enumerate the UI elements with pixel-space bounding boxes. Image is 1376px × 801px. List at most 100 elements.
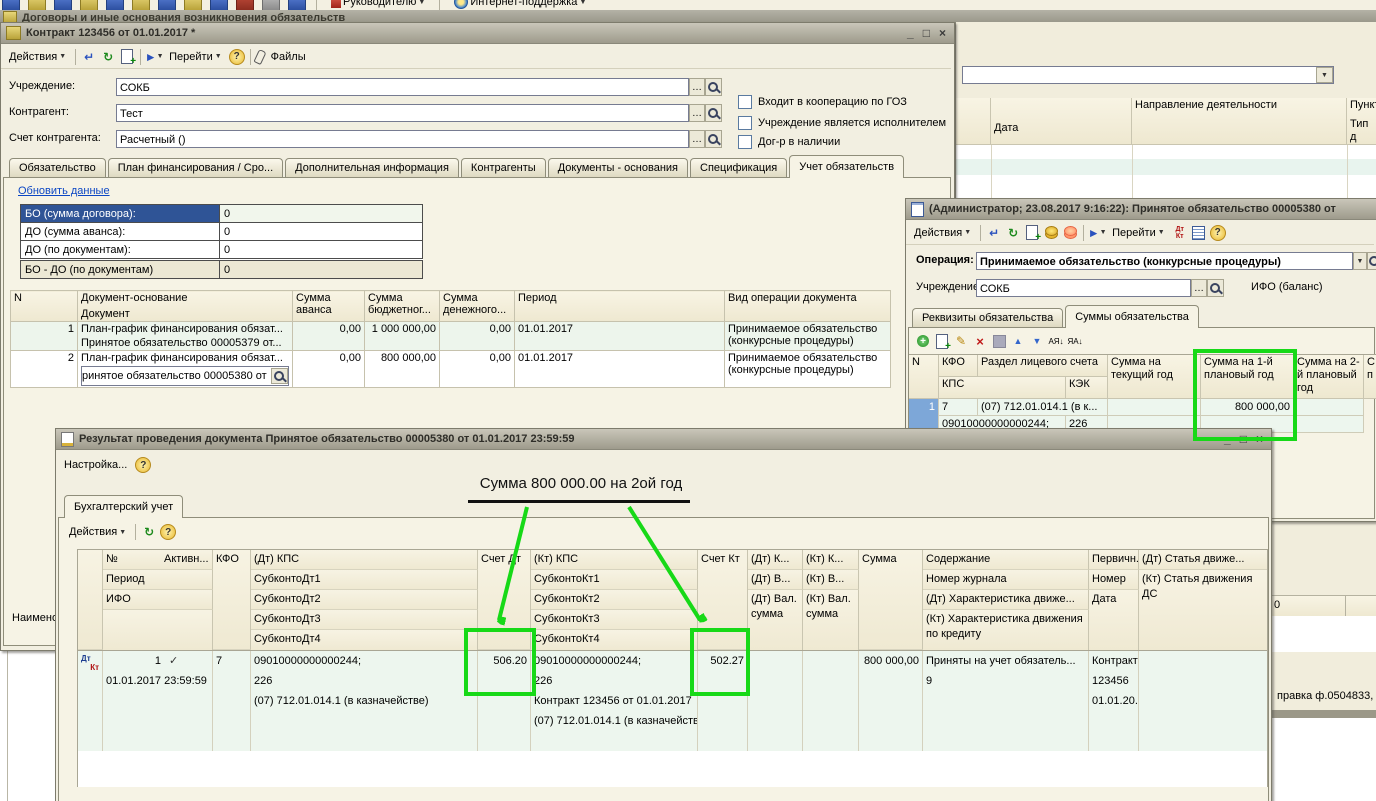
table-row[interactable]: БО - ДО (по документам) 0 — [21, 260, 423, 279]
copy-add-icon[interactable] — [119, 49, 135, 65]
row-section-cell[interactable]: (07) 712.01.014.1 (в к... — [978, 399, 1108, 416]
edit-row-icon[interactable]: ✎ — [953, 333, 969, 349]
summary-label[interactable]: ДО (сумма аванса): — [21, 223, 220, 241]
present-checkbox-row[interactable]: Дог-р в наличии — [738, 135, 840, 149]
row-optype[interactable]: Принимаемое обязательство (конкурсные пр… — [725, 322, 891, 351]
row-n[interactable]: 2 — [11, 351, 78, 388]
posting-result-titlebar[interactable]: Результат проведения документа Принятое … — [56, 429, 1271, 450]
add-row-icon[interactable]: + — [915, 333, 931, 349]
minimize-icon[interactable]: _ — [907, 27, 914, 39]
table-row[interactable]: 1 План-график финансирования обязат... П… — [11, 322, 891, 351]
summary-value[interactable]: 0 — [220, 260, 423, 279]
row-budget[interactable]: 800 000,00 — [365, 351, 440, 388]
summary-value[interactable]: 0 — [220, 205, 423, 223]
save-close-icon[interactable]: ↵ — [986, 225, 1002, 241]
summary-value[interactable]: 0 — [220, 223, 423, 241]
actions-menu-button[interactable]: Действия ▼ — [65, 524, 130, 540]
row-budget[interactable]: 1 000 000,00 — [365, 322, 440, 351]
help-icon[interactable]: ? — [229, 49, 245, 65]
tab-requisites[interactable]: Реквизиты обязательства — [912, 308, 1063, 328]
summary-value[interactable]: 0 — [220, 241, 423, 260]
row-empty-cell[interactable] — [1294, 416, 1364, 433]
institution-search-button[interactable] — [705, 78, 722, 96]
go-document-icon[interactable]: ►▼ — [146, 49, 162, 65]
row-advance[interactable]: 0,00 — [293, 322, 365, 351]
sort-desc-icon[interactable]: ЯА↓ — [1067, 333, 1083, 349]
refresh-data-link[interactable]: Обновить данные — [18, 185, 110, 197]
account-ellipsis-button[interactable]: … — [689, 130, 705, 148]
background-combo-dropdown-button[interactable]: ▼ — [1316, 67, 1333, 83]
tab-additional-info[interactable]: Дополнительная информация — [285, 158, 459, 178]
row-period[interactable]: 01.01.2017 — [515, 322, 725, 351]
doc-search-button[interactable] — [271, 368, 288, 384]
row-period[interactable]: 01.01.2017 — [515, 351, 725, 388]
table-row[interactable]: ДО (сумма аванса): 0 — [21, 223, 423, 241]
delete-row-icon[interactable]: × — [972, 333, 988, 349]
row-current-cell[interactable] — [1108, 399, 1201, 416]
tab-basis-documents[interactable]: Документы - основания — [548, 158, 688, 178]
tab-accounting[interactable]: Бухгалтерский учет — [64, 495, 183, 518]
post-document-icon[interactable] — [1043, 225, 1059, 241]
toolbar-icon[interactable] — [2, 0, 20, 11]
row-kfo-cell[interactable]: 7 — [939, 399, 978, 416]
move-up-icon[interactable]: ▲ — [1010, 333, 1026, 349]
institution-search-button[interactable] — [1207, 279, 1224, 297]
copy-row-icon[interactable] — [934, 333, 950, 349]
unpost-document-icon[interactable] — [1062, 225, 1078, 241]
row-money[interactable]: 0,00 — [440, 322, 515, 351]
operation-field[interactable]: Принимаемое обязательство (конкурсные пр… — [976, 252, 1353, 270]
sort-asc-icon[interactable]: АЯ↓ — [1048, 333, 1064, 349]
files-button[interactable]: Файлы — [267, 49, 310, 65]
refresh-icon[interactable]: ↻ — [141, 524, 157, 540]
present-checkbox[interactable] — [738, 135, 752, 149]
toolbar-icon[interactable] — [236, 0, 254, 11]
maximize-icon[interactable]: □ — [1240, 433, 1247, 445]
tab-obligation-accounting[interactable]: Учет обязательств — [789, 155, 904, 178]
institution-ellipsis-button[interactable]: … — [1191, 279, 1207, 297]
account-field[interactable]: Расчетный () — [116, 130, 689, 148]
row-money[interactable]: 0,00 — [440, 351, 515, 388]
help-icon[interactable]: ? — [1210, 225, 1226, 241]
tab-contractors[interactable]: Контрагенты — [461, 158, 546, 178]
contractor-search-button[interactable] — [705, 104, 722, 122]
toolbar-icon[interactable] — [184, 0, 202, 11]
move-down-icon[interactable]: ▼ — [1029, 333, 1045, 349]
copy-add-icon[interactable] — [1024, 225, 1040, 241]
help-icon[interactable]: ? — [160, 524, 176, 540]
toolbar-icon[interactable] — [106, 0, 124, 11]
structure-icon[interactable] — [1191, 225, 1207, 241]
table-row[interactable]: БО (сумма договора): 0 — [21, 205, 423, 223]
executor-checkbox-row[interactable]: Учреждение является исполнителем — [738, 116, 946, 130]
account-search-button[interactable] — [705, 130, 722, 148]
toolbar-icon[interactable] — [288, 0, 306, 11]
row-advance[interactable]: 0,00 — [293, 351, 365, 388]
tab-financing-plan[interactable]: План финансирования / Сро... — [108, 158, 283, 178]
toolbar-icon[interactable] — [262, 0, 280, 11]
institution-field[interactable]: СОКБ — [976, 279, 1191, 297]
tab-obligation[interactable]: Обязательство — [9, 158, 106, 178]
goz-checkbox[interactable] — [738, 95, 752, 109]
manager-menu-button[interactable]: Руководителю ▼ — [327, 0, 429, 10]
row-optype[interactable]: Принимаемое обязательство (конкурсные пр… — [725, 351, 891, 388]
background-combo-field[interactable] — [962, 66, 1334, 84]
background-list-rows[interactable] — [956, 145, 1376, 198]
summary-label[interactable]: ДО (по документам): — [21, 241, 220, 260]
posting-row[interactable]: Дт Кт 1 ✓ 01.01.2017 23:59:59 7 09010000… — [78, 650, 1267, 752]
table-row[interactable]: 2 План-график финансирования обязат... р… — [11, 351, 891, 388]
institution-ellipsis-button[interactable]: … — [689, 78, 705, 96]
tab-specification[interactable]: Спецификация — [690, 158, 787, 178]
actions-menu-button[interactable]: Действия ▼ — [5, 49, 70, 65]
institution-field[interactable]: СОКБ — [116, 78, 689, 96]
summary-label[interactable]: БО - ДО (по документам) — [21, 260, 220, 279]
reread-icon[interactable]: ↻ — [1005, 225, 1021, 241]
obligation-window-titlebar[interactable]: (Администратор; 23.08.2017 9:16:22): При… — [906, 199, 1376, 220]
contractor-ellipsis-button[interactable]: … — [689, 104, 705, 122]
operation-search-button[interactable] — [1367, 252, 1376, 270]
goz-checkbox-row[interactable]: Входит в кооперацию по ГОЗ — [738, 95, 907, 109]
save-row-icon[interactable] — [991, 333, 1007, 349]
toolbar-icon[interactable] — [132, 0, 150, 11]
save-close-icon[interactable]: ↵ — [81, 49, 97, 65]
maximize-icon[interactable]: □ — [923, 27, 930, 39]
executor-checkbox[interactable] — [738, 116, 752, 130]
dtkt-icon[interactable]: Дт Кт — [1172, 225, 1188, 241]
